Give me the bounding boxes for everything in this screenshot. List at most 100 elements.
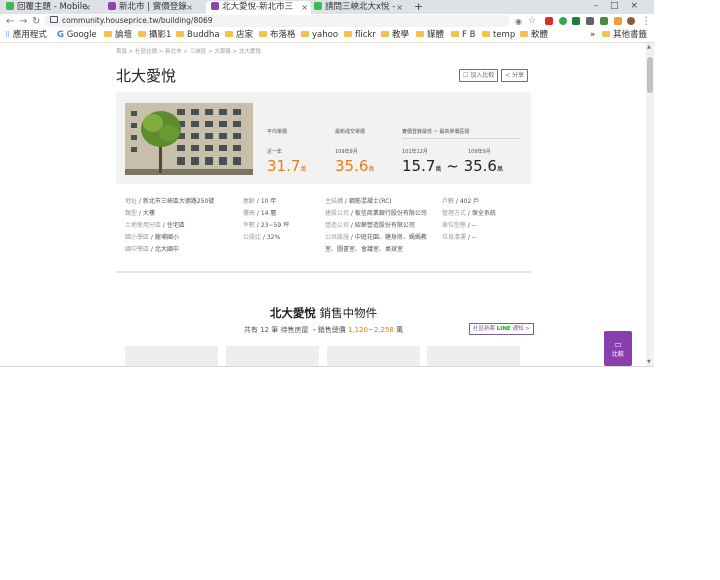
bookmark-folder[interactable]: 布落格 — [259, 29, 296, 42]
range-from-date: 101年12月 — [402, 149, 428, 155]
notify-suffix: 通知 > — [512, 326, 530, 332]
info-row: 車位型態 / -- — [442, 222, 477, 229]
range-tilde: ~ — [446, 157, 459, 175]
folder-icon — [520, 31, 528, 37]
line-logo: LINE — [496, 326, 511, 332]
folder-icon — [225, 31, 233, 37]
listings-title-name: 北大愛悅 — [269, 306, 316, 320]
extension-red-icon[interactable] — [545, 17, 553, 25]
bookmark-label: 店家 — [236, 30, 254, 40]
add-compare-button[interactable]: ☐ 加入比較 — [459, 69, 499, 82]
bookmark-folder[interactable]: 論壇 — [104, 29, 132, 42]
star-bookmark-icon[interactable]: ☆ — [528, 15, 536, 28]
bookmark-label: 論壇 — [115, 30, 133, 40]
extension-sheet-icon[interactable] — [572, 17, 580, 25]
address-bar[interactable]: community.houseprice.tw/building/8069 — [44, 15, 510, 27]
listing-card[interactable] — [327, 346, 420, 366]
latest-price-value: 35.6萬 — [335, 157, 374, 175]
page-title: 北大愛悅 — [116, 67, 177, 85]
page-scrollbar[interactable]: ▲ ▼ — [646, 43, 654, 366]
bookmark-folder[interactable]: 攝影1 — [138, 29, 171, 42]
info-row: 營造公司 / 紹華營造股份有限公司 — [325, 222, 415, 229]
close-tab-icon[interactable]: × — [396, 1, 403, 14]
new-tab-button[interactable]: + — [414, 0, 423, 13]
page-content: 首頁 > 社區比價 > 新北市 > 三峽區 > 大學路 > 北大愛悅 北大愛悅 … — [0, 43, 646, 366]
info-row: 管理方式 / 保全系統 — [442, 210, 496, 217]
bookmark-label: 應用程式 — [12, 30, 47, 40]
folder-icon — [104, 31, 112, 37]
bookmark-folder[interactable]: temp — [482, 29, 515, 42]
range-to-date: 109年9月 — [468, 149, 491, 155]
folder-icon — [344, 31, 352, 37]
back-arrow-icon[interactable]: ← — [6, 15, 14, 28]
price-range-label: 實價登錄最低 ~ 最高單價區間 — [402, 129, 470, 135]
avg-price-number: 31.7 — [267, 157, 301, 175]
bookmark-folder[interactable]: flickr — [344, 29, 376, 42]
line-notify-button[interactable]: 社區新案 LINE 通知 > — [469, 323, 534, 335]
building-photo[interactable] — [125, 103, 253, 175]
add-compare-label: 加入比較 — [470, 72, 495, 79]
extension-green-icon[interactable] — [559, 17, 567, 25]
info-row: 土地使用分區 / 住宅區 — [125, 222, 185, 229]
tab-community-active[interactable]: 北大愛悅-新北市三 × — [206, 1, 311, 14]
menu-dots-icon[interactable]: ⋮ — [641, 15, 651, 28]
reload-icon[interactable]: ↻ — [32, 15, 40, 28]
extension-puzzle-icon[interactable] — [614, 17, 622, 25]
scroll-down-icon[interactable]: ▼ — [647, 359, 651, 365]
bookmark-apps[interactable]: ⠿ 應用程式 — [5, 29, 47, 42]
info-row: 樓高 / 14 層 — [243, 210, 277, 217]
bookmark-google[interactable]: G Google — [57, 29, 97, 42]
folder-icon — [176, 31, 184, 37]
profile-avatar[interactable] — [627, 17, 635, 25]
avg-price-value: 31.7萬 — [267, 157, 306, 175]
info-key: 坪數 — [243, 222, 256, 229]
info-row: 坪數 / 23~59 坪 — [243, 222, 290, 229]
avg-price-label: 平均單價 — [267, 129, 288, 135]
info-key: 類型 — [125, 210, 138, 217]
listing-card[interactable] — [226, 346, 319, 366]
bookmark-other[interactable]: 其他書籤 — [602, 29, 647, 42]
bookmarks-overflow-button[interactable]: » — [590, 29, 595, 42]
extension-leaf-icon[interactable] — [600, 17, 608, 25]
window-controls[interactable]: –□× — [593, 0, 650, 13]
bookmark-folder[interactable]: 媒體 — [416, 29, 444, 42]
unit-label: 萬 — [368, 166, 375, 173]
bookmark-label: F B — [462, 30, 476, 40]
bookmark-folder[interactable]: 店家 — [225, 29, 253, 42]
unit-label: 萬 — [300, 166, 307, 173]
tab-mobile01-question[interactable]: 請問三峽北大x悅 - × — [314, 1, 406, 14]
breadcrumb[interactable]: 首頁 > 社區比價 > 新北市 > 三峽區 > 大學路 > 北大愛悅 — [116, 47, 261, 55]
info-key: 公共設施 — [325, 234, 350, 241]
bookmark-folder[interactable]: 軟體 — [520, 29, 548, 42]
info-value: 402 戶 — [459, 198, 480, 205]
extension-grey-icon[interactable] — [586, 17, 594, 25]
scrollbar-thumb[interactable] — [647, 57, 653, 93]
info-key: 公設比 — [243, 234, 262, 241]
bookmark-folder[interactable]: F B — [451, 29, 475, 42]
info-key: 管理方式 — [442, 210, 467, 217]
compare-floating-button[interactable]: ▭ 比較 — [604, 331, 632, 366]
compare-box-icon: ▭ — [614, 340, 622, 349]
scroll-up-icon[interactable]: ▲ — [647, 44, 651, 50]
share-button[interactable]: ≺ 分享 — [501, 69, 528, 82]
avg-price-period: 近一年 — [267, 149, 283, 155]
bookmark-folder[interactable]: yahoo — [301, 29, 338, 42]
compare-label: 比較 — [611, 351, 624, 358]
range-low-number: 15.7 — [402, 157, 436, 175]
info-key: 主結構 — [325, 198, 344, 205]
bookmark-folder[interactable]: 教學 — [381, 29, 409, 42]
listing-card[interactable] — [125, 346, 218, 366]
listing-card[interactable] — [427, 346, 520, 366]
bookmark-folder[interactable]: Buddha — [176, 29, 220, 42]
info-column-1: 地址 / 新北市三峽區大德路250號 類型 / 大樓 土地使用分區 / 住宅區 … — [125, 196, 214, 256]
close-tab-icon[interactable]: × — [84, 1, 91, 14]
tab-title: 北大愛悅-新北市三 — [222, 2, 294, 12]
close-tab-icon[interactable]: × — [301, 1, 308, 14]
close-tab-icon[interactable]: × — [186, 1, 193, 14]
tab-mobile01[interactable]: 回覆主題 - Mobile × — [6, 1, 94, 14]
info-row: 地址 / 新北市三峽區大德路250號 — [125, 198, 215, 205]
tab-houseprice-search[interactable]: 新北市 | 實價登錄 × — [108, 1, 196, 14]
forward-arrow-icon[interactable]: → — [19, 15, 27, 28]
info-key: 地址 — [125, 198, 138, 205]
eye-off-icon[interactable]: ◉ — [515, 15, 522, 28]
